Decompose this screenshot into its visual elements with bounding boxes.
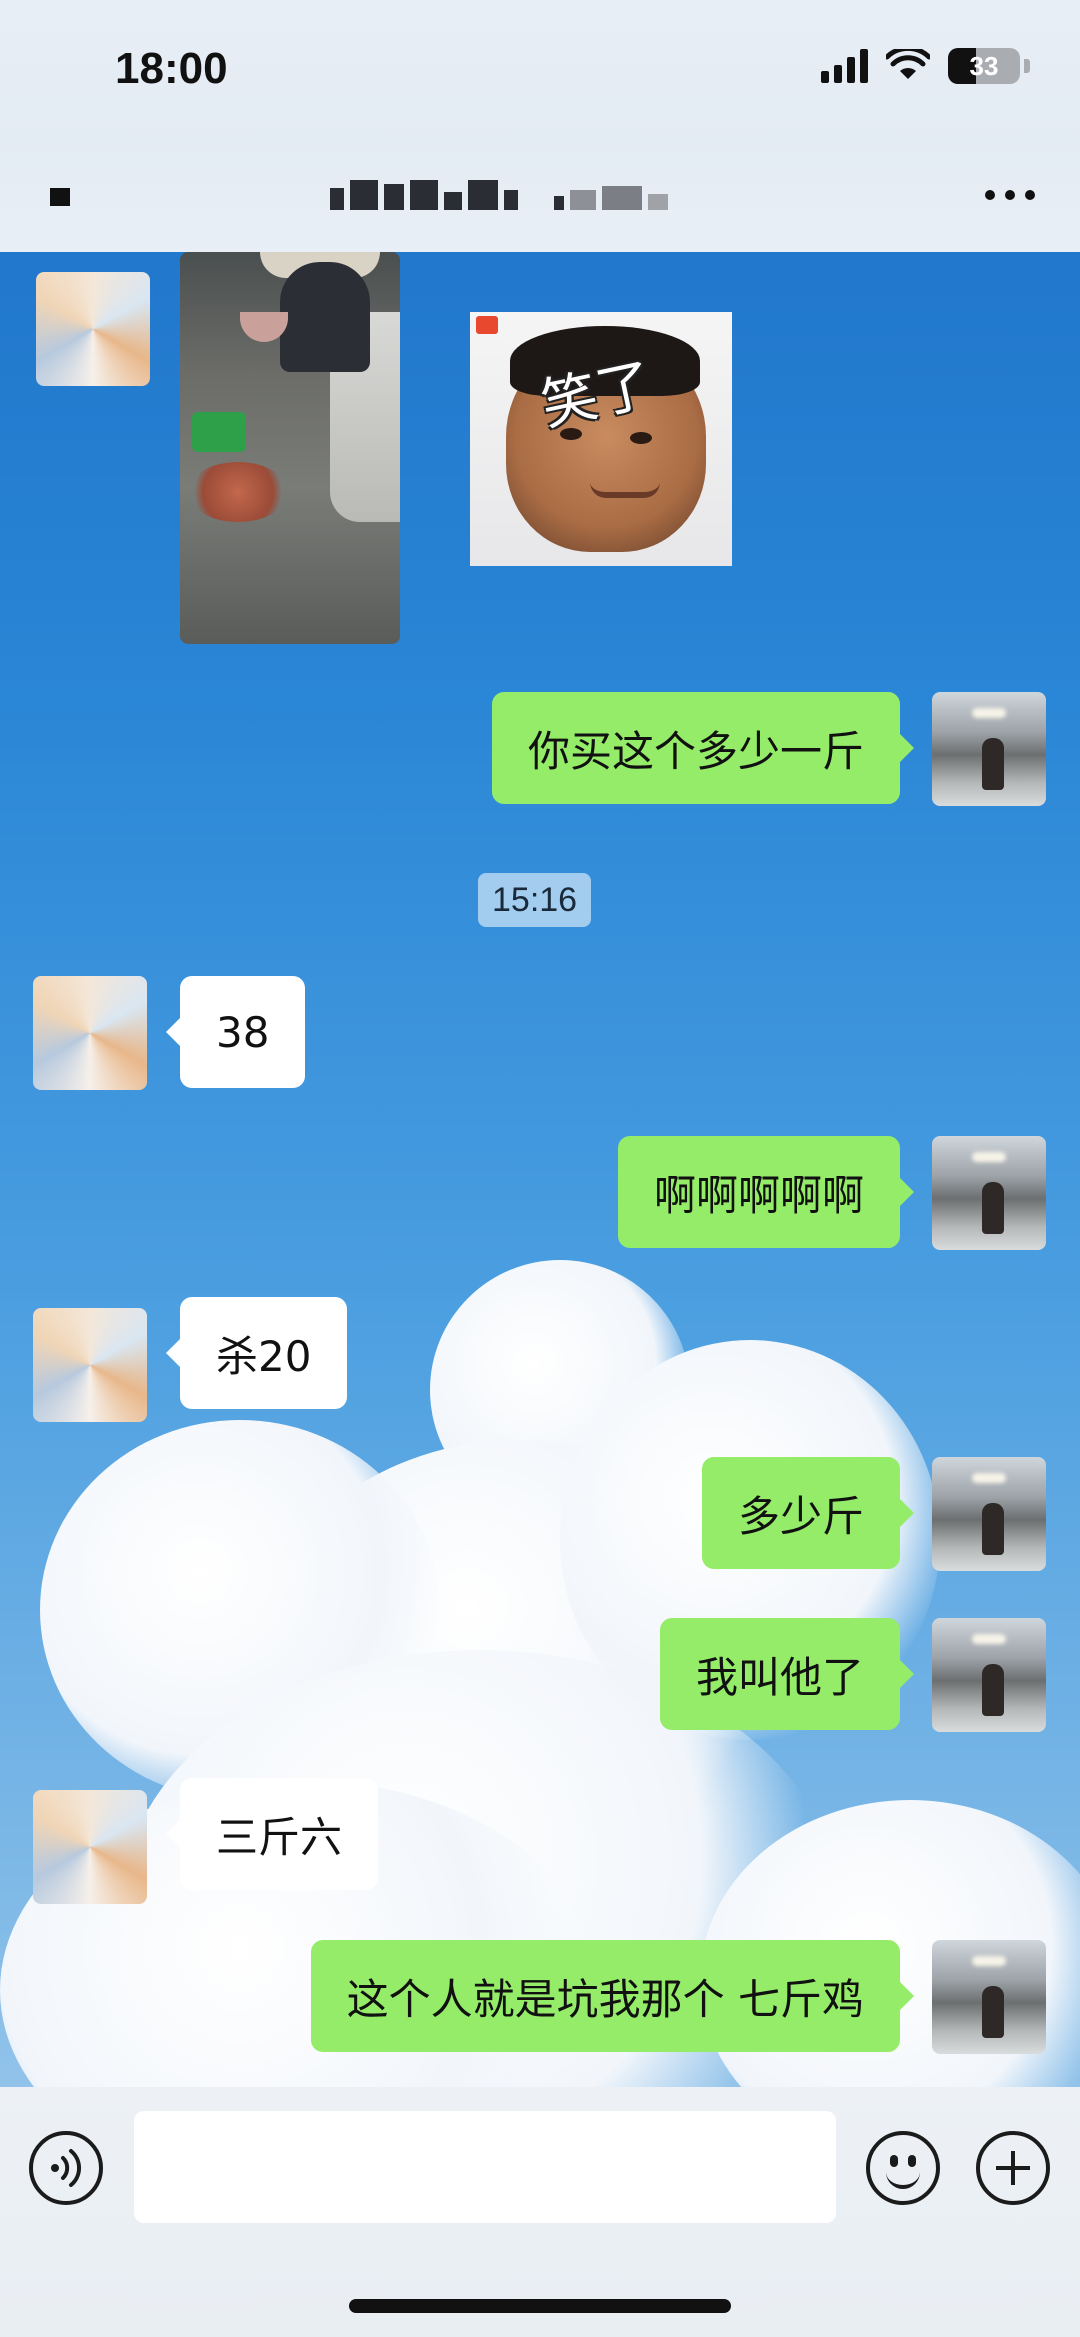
message-bubble-sent[interactable]: 你买这个多少一斤 bbox=[491, 692, 915, 804]
message-timestamp: 15:16 bbox=[478, 873, 592, 927]
message-bubble-sent[interactable]: 多少斤 bbox=[701, 1457, 915, 1569]
message-text: 三斤六 bbox=[216, 1812, 343, 1862]
battery-level: 33 bbox=[969, 51, 999, 81]
status-time: 18:00 bbox=[115, 44, 228, 93]
image-message-market-photo[interactable] bbox=[180, 252, 400, 644]
status-bar: 18:00 33 bbox=[0, 0, 1080, 140]
wifi-icon bbox=[886, 49, 930, 79]
contact-name-obscured bbox=[330, 180, 668, 210]
friend-avatar[interactable] bbox=[33, 976, 147, 1090]
message-bubble-sent[interactable]: 这个人就是坑我那个 七斤鸡 bbox=[310, 1940, 915, 2052]
my-avatar[interactable] bbox=[932, 692, 1046, 806]
battery-tip bbox=[1024, 59, 1030, 73]
my-avatar[interactable] bbox=[932, 1136, 1046, 1250]
more-horizontal-icon[interactable] bbox=[980, 180, 1040, 210]
message-bubble-sent[interactable]: 我叫他了 bbox=[659, 1618, 915, 1730]
message-text: 你买这个多少一斤 bbox=[527, 726, 864, 776]
message-text: 杀20 bbox=[216, 1331, 312, 1381]
message-text: 38 bbox=[216, 1007, 270, 1057]
message-text: 多少斤 bbox=[737, 1491, 864, 1541]
status-icons: 33 bbox=[821, 48, 1030, 84]
message-input[interactable] bbox=[134, 2111, 836, 2223]
message-bubble-sent[interactable]: 啊啊啊啊啊 bbox=[617, 1136, 915, 1248]
input-bar bbox=[0, 2087, 1080, 2337]
friend-avatar[interactable] bbox=[33, 1308, 147, 1422]
emoji-icon[interactable] bbox=[866, 2131, 940, 2205]
plus-icon[interactable] bbox=[976, 2131, 1050, 2205]
back-button[interactable] bbox=[50, 188, 70, 206]
my-avatar[interactable] bbox=[932, 1618, 1046, 1732]
message-bubble-received[interactable]: 38 bbox=[165, 976, 306, 1088]
voice-waves-icon bbox=[51, 2149, 82, 2187]
my-avatar[interactable] bbox=[932, 1457, 1046, 1571]
friend-avatar[interactable] bbox=[36, 272, 150, 386]
battery-icon: 33 bbox=[948, 48, 1020, 84]
message-text: 这个人就是坑我那个 七斤鸡 bbox=[346, 1974, 864, 2024]
cellular-signal-icon bbox=[821, 49, 868, 83]
my-avatar[interactable] bbox=[932, 1940, 1046, 2054]
home-indicator[interactable] bbox=[349, 2299, 731, 2313]
voice-icon[interactable] bbox=[29, 2131, 103, 2205]
message-bubble-received[interactable]: 杀20 bbox=[165, 1297, 348, 1409]
chat-header bbox=[0, 140, 1080, 252]
message-text: 我叫他了 bbox=[695, 1652, 864, 1702]
sticker-corner-icon bbox=[476, 316, 498, 334]
friend-avatar[interactable] bbox=[33, 1790, 147, 1904]
message-bubble-received[interactable]: 三斤六 bbox=[165, 1778, 379, 1890]
message-text: 啊啊啊啊啊 bbox=[653, 1170, 864, 1220]
sticker-message[interactable]: 笑了 bbox=[470, 312, 732, 566]
